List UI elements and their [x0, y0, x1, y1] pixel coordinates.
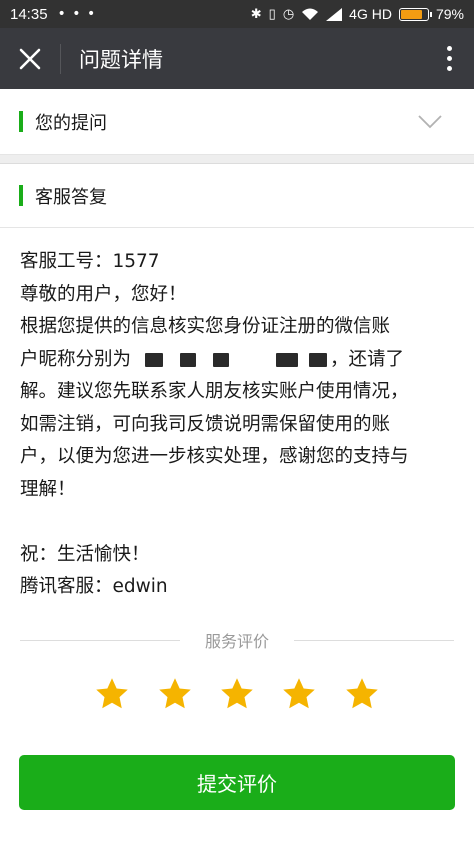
star-icon[interactable] [219, 676, 255, 712]
redacted-nickname [309, 352, 328, 367]
reply-line-prefix: 户昵称分别为 [20, 348, 132, 370]
status-indicators: ✱ ▯ ◷ 4G HD 79% [251, 6, 464, 22]
star-icon[interactable] [94, 676, 130, 712]
submit-rating-button[interactable]: 提交评价 [19, 755, 455, 810]
title-divider [60, 43, 61, 74]
section-accent-bar [19, 111, 23, 132]
signal-icon [326, 7, 343, 21]
more-vertical-icon [446, 66, 452, 71]
alarm-icon: ◷ [282, 6, 295, 21]
battery-percent: 79% [435, 6, 464, 22]
reply-line: 理解！ [20, 478, 76, 500]
reply-line: 解。建议您先联系家人朋友核实账户使用情况， [20, 381, 409, 402]
reply-section-title: 客服答复 [35, 186, 107, 208]
battery-level [400, 9, 422, 19]
notification-dots: • • • [57, 6, 97, 22]
redacted-nickname [145, 352, 164, 367]
star-icon[interactable] [157, 676, 193, 712]
title-bar: 问题详情 [0, 28, 474, 89]
close-icon [19, 48, 41, 69]
reply-content: 客服工号：1577 尊敬的用户，您好！ 根据您提供的信息核实您身份证注册的微信账… [20, 246, 460, 604]
signature-line: 腾讯客服：edwin [20, 576, 168, 597]
more-menu-button[interactable] [424, 28, 474, 89]
reply-line-with-redaction: 户昵称分别为 ，还请了 [20, 344, 460, 377]
greeting-line: 尊敬的用户，您好！ [20, 283, 187, 305]
status-time: 14:35 [10, 5, 48, 23]
star-rating[interactable] [0, 676, 474, 720]
reply-section-header: 客服答复 [0, 164, 474, 228]
status-bar: 14:35 • • • ✱ ▯ ◷ 4G HD 79% [0, 0, 474, 28]
star-icon[interactable] [344, 676, 380, 712]
network-type: 4G HD [349, 6, 392, 22]
bluetooth-icon: ✱ [250, 6, 262, 21]
chevron-down-icon[interactable] [418, 114, 442, 129]
wish-line: 祝：生活愉快！ [20, 543, 150, 565]
reply-line-suffix: ，还请了 [330, 348, 405, 370]
section-accent-bar [19, 185, 23, 206]
page-title: 问题详情 [79, 47, 163, 72]
section-separator [0, 155, 474, 164]
close-button[interactable] [0, 28, 60, 89]
reply-line: 户，以便为您进一步核实处理，感谢您的支持与 [20, 446, 409, 467]
battery-icon [398, 7, 432, 21]
reply-line: 根据您提供的信息核实您身份证注册的微信账 [20, 316, 391, 337]
more-vertical-icon [446, 56, 452, 61]
staff-id-line: 客服工号：1577 [20, 251, 160, 272]
rating-divider-right [294, 640, 454, 641]
wifi-icon [302, 8, 319, 20]
reply-line: 如需注销，可向我司反馈说明需保留使用的账 [20, 413, 391, 435]
star-icon[interactable] [281, 676, 317, 712]
vibrate-icon: ▯ [268, 6, 276, 21]
redacted-nickname [213, 352, 230, 367]
question-section-header[interactable]: 您的提问 [0, 89, 474, 155]
redacted-nickname [180, 352, 197, 367]
redacted-nickname [276, 352, 299, 367]
question-section-title: 您的提问 [35, 112, 107, 134]
more-vertical-icon [446, 46, 452, 51]
